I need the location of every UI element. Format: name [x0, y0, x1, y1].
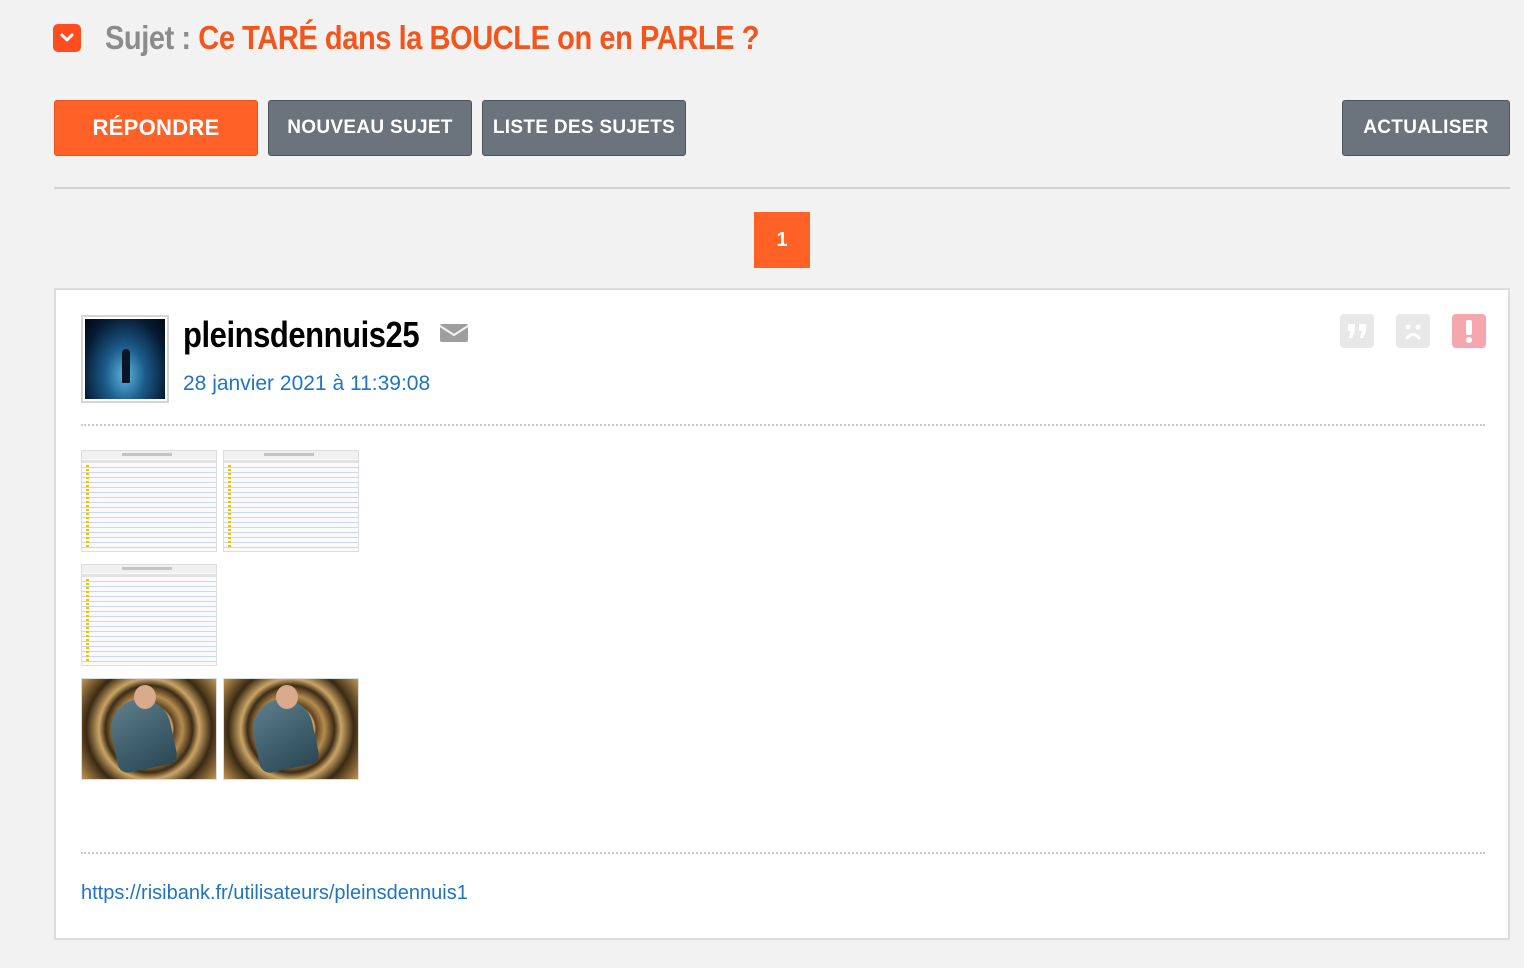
post-header-separator: [81, 424, 1485, 426]
topic-title: Sujet : Ce TARÉ dans la BOUCLE on en PAR…: [105, 19, 759, 57]
pagination-current-page[interactable]: 1: [754, 212, 810, 268]
post-date[interactable]: 28 janvier 2021 à 11:39:08: [183, 372, 430, 396]
topic-label: Sujet :: [105, 19, 191, 56]
quote-icon[interactable]: [1340, 314, 1374, 348]
post-image-thumbnail[interactable]: [81, 450, 217, 552]
sad-face-icon[interactable]: [1396, 314, 1430, 348]
chevron-down-icon[interactable]: [53, 24, 81, 52]
alert-icon[interactable]: [1452, 314, 1486, 348]
signature-separator: [81, 852, 1485, 854]
post-author[interactable]: pleinsdennuis25: [183, 314, 420, 356]
post-image-thumbnail[interactable]: [223, 450, 359, 552]
reply-button[interactable]: RÉPONDRE: [54, 100, 258, 156]
forum-post: pleinsdennuis25 28 janvier 2021 à 11:39:…: [54, 288, 1510, 940]
topic-header: Sujet : Ce TARÉ dans la BOUCLE on en PAR…: [53, 16, 848, 60]
envelope-icon[interactable]: [439, 322, 469, 344]
topic-title-text: Ce TARÉ dans la BOUCLE on en PARLE ?: [198, 19, 760, 56]
avatar[interactable]: [81, 315, 169, 403]
topic-list-button[interactable]: LISTE DES SUJETS: [482, 100, 686, 156]
post-image-thumbnail[interactable]: [223, 678, 359, 780]
new-topic-button[interactable]: NOUVEAU SUJET: [268, 100, 472, 156]
signature-link[interactable]: https://risibank.fr/utilisateurs/pleinsd…: [81, 882, 468, 905]
post-image-thumbnail[interactable]: [81, 678, 217, 780]
post-image-thumbnail[interactable]: [81, 564, 217, 666]
refresh-button[interactable]: ACTUALISER: [1342, 100, 1510, 156]
toolbar-divider: [54, 187, 1510, 189]
